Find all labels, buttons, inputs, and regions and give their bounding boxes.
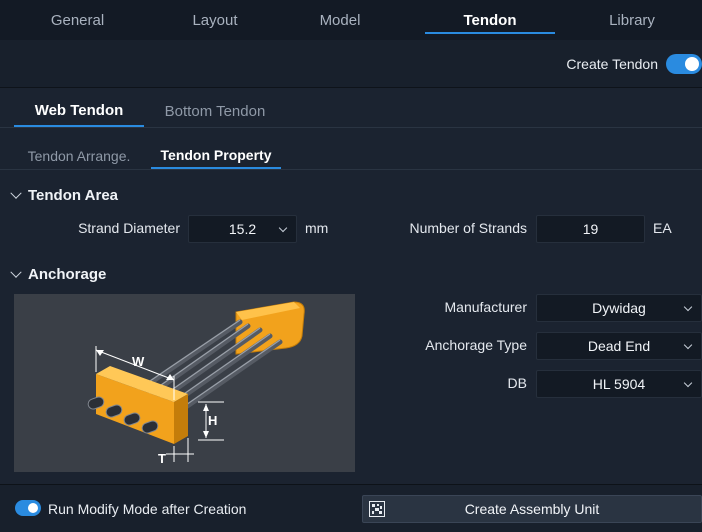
strands-unit: EA xyxy=(653,220,672,236)
number-of-strands-value: 19 xyxy=(582,221,599,237)
strand-diameter-select[interactable]: 15.2 xyxy=(188,215,297,243)
tab-tendon-arrange[interactable]: Tendon Arrange. xyxy=(14,142,144,169)
run-modify-toggle[interactable] xyxy=(15,500,41,516)
tendon-area-header[interactable]: Tendon Area xyxy=(10,187,119,204)
db-select[interactable]: HL 5904 xyxy=(536,370,702,398)
strand-diameter-value: 15.2 xyxy=(228,221,257,237)
manufacturer-value: Dywidag xyxy=(592,300,646,316)
toggle-knob xyxy=(685,57,699,71)
top-tab-bar: General Layout Model Tendon Library xyxy=(0,0,702,40)
chevron-down-icon xyxy=(683,302,693,312)
dim-t-label: T xyxy=(158,451,166,466)
anchorage-type-label: Anchorage Type xyxy=(425,337,527,353)
create-assembly-unit-label: Create Assembly Unit xyxy=(464,501,600,517)
property-tabs: Tendon Arrange. Tendon Property xyxy=(0,142,702,170)
anchorage-illustration: W H T xyxy=(87,301,305,466)
tendon-area-title: Tendon Area xyxy=(28,187,119,204)
toggle-knob xyxy=(28,503,38,513)
tendon-type-tabs: Web Tendon Bottom Tendon xyxy=(0,96,702,128)
anchorage-type-select[interactable]: Dead End xyxy=(536,332,702,360)
manufacturer-select[interactable]: Dywidag xyxy=(536,294,702,322)
create-tendon-row: Create Tendon xyxy=(0,40,702,88)
tab-library[interactable]: Library xyxy=(567,0,697,40)
tab-model[interactable]: Model xyxy=(275,0,405,40)
anchorage-title: Anchorage xyxy=(28,266,107,283)
chevron-down-icon xyxy=(10,187,22,199)
create-assembly-unit-button[interactable]: Create Assembly Unit xyxy=(362,495,702,523)
run-modify-label: Run Modify Mode after Creation xyxy=(48,501,247,517)
dim-h-label: H xyxy=(208,413,217,428)
chevron-down-icon xyxy=(683,340,693,350)
db-value: HL 5904 xyxy=(592,376,646,392)
tab-bottom-tendon[interactable]: Bottom Tendon xyxy=(150,96,280,127)
strand-diameter-unit: mm xyxy=(305,220,329,236)
number-of-strands-input[interactable]: 19 xyxy=(536,215,645,243)
chevron-down-icon xyxy=(278,223,288,233)
anchorage-diagram: W H T xyxy=(14,294,355,472)
footer-bar: Run Modify Mode after Creation Create As… xyxy=(0,485,702,532)
chevron-down-icon xyxy=(10,266,22,278)
dim-w-label: W xyxy=(132,354,145,369)
tab-general[interactable]: General xyxy=(0,0,155,40)
tab-layout[interactable]: Layout xyxy=(155,0,275,40)
create-tendon-toggle[interactable] xyxy=(666,54,702,74)
db-label: DB xyxy=(507,375,527,391)
anchorage-type-value: Dead End xyxy=(587,338,651,354)
tab-tendon[interactable]: Tendon xyxy=(425,0,555,40)
manufacturer-label: Manufacturer xyxy=(444,299,527,315)
strand-diameter-label: Strand Diameter xyxy=(78,220,180,236)
anchorage-header[interactable]: Anchorage xyxy=(10,266,107,283)
create-tendon-label: Create Tendon xyxy=(566,56,658,72)
number-of-strands-label: Number of Strands xyxy=(409,220,528,236)
assembly-icon xyxy=(369,501,385,517)
tab-web-tendon[interactable]: Web Tendon xyxy=(14,96,144,127)
chevron-down-icon xyxy=(683,378,693,388)
tab-tendon-property[interactable]: Tendon Property xyxy=(151,142,281,169)
